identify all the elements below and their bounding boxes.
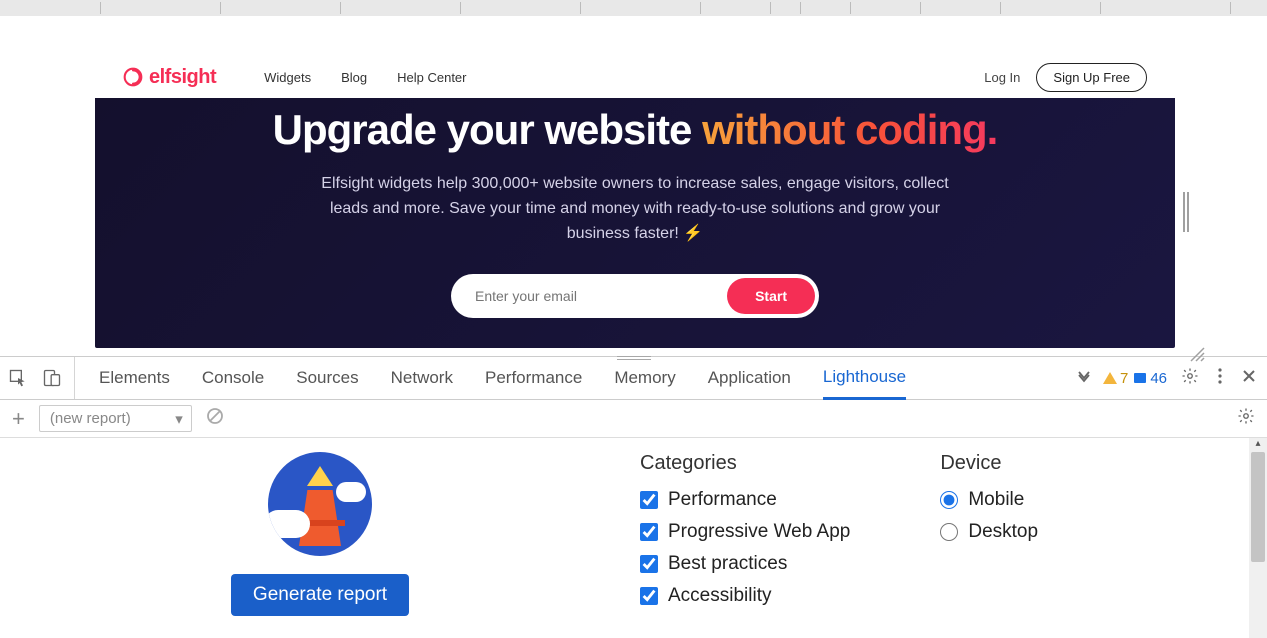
page-viewport: elfsight Widgets Blog Help Center Log In… (0, 16, 1267, 356)
checkbox-best-practices[interactable] (640, 555, 658, 573)
hero-title-accent: without coding. (702, 106, 997, 153)
resize-corner-icon[interactable] (1187, 344, 1205, 368)
category-pwa[interactable]: Progressive Web App (640, 521, 850, 543)
hero-section: Upgrade your website without coding. Elf… (95, 98, 1175, 348)
tab-console[interactable]: Console (202, 358, 264, 398)
info-icon (1132, 370, 1148, 386)
category-performance[interactable]: Performance (640, 489, 850, 511)
email-input[interactable] (455, 288, 727, 304)
lighthouse-settings-icon[interactable] (1237, 407, 1255, 430)
warning-count: 7 (1120, 370, 1128, 387)
checkbox-pwa[interactable] (640, 523, 658, 541)
signup-button[interactable]: Sign Up Free (1036, 63, 1147, 92)
nav-blog[interactable]: Blog (341, 70, 367, 85)
hero-subtitle: Elfsight widgets help 300,000+ website o… (315, 172, 955, 246)
close-devtools-icon[interactable] (1241, 368, 1257, 389)
email-form: Start (451, 274, 819, 318)
inspect-icon[interactable] (8, 368, 28, 388)
categories-heading: Categories (640, 452, 850, 475)
start-button[interactable]: Start (727, 278, 815, 314)
login-link[interactable]: Log In (984, 70, 1020, 85)
tab-lighthouse[interactable]: Lighthouse (823, 357, 906, 400)
label-accessibility: Accessibility (668, 585, 771, 607)
site-header: elfsight Widgets Blog Help Center Log In… (95, 56, 1175, 98)
panel-scrollbar[interactable]: ▴ (1249, 438, 1267, 638)
report-select[interactable]: (new report) (39, 405, 192, 432)
device-toggle-icon[interactable] (42, 368, 62, 388)
more-tabs-icon[interactable] (1066, 357, 1102, 399)
devtools-tabbar: Elements Console Sources Network Perform… (0, 356, 1267, 400)
nav-widgets[interactable]: Widgets (264, 70, 311, 85)
device-column: Device Mobile Desktop (940, 452, 1038, 638)
clear-icon[interactable] (206, 407, 224, 430)
ruler (0, 0, 1267, 16)
label-mobile: Mobile (968, 489, 1024, 511)
generate-report-button[interactable]: Generate report (231, 574, 409, 616)
categories-column: Categories Performance Progressive Web A… (640, 452, 850, 638)
device-heading: Device (940, 452, 1038, 475)
tab-performance[interactable]: Performance (485, 358, 582, 398)
label-pwa: Progressive Web App (668, 521, 850, 543)
settings-icon[interactable] (1181, 367, 1199, 390)
label-best-practices: Best practices (668, 553, 787, 575)
radio-desktop[interactable] (940, 523, 958, 541)
tab-network[interactable]: Network (391, 358, 453, 398)
brand-logo[interactable]: elfsight (123, 66, 216, 89)
device-mobile[interactable]: Mobile (940, 489, 1038, 511)
tab-elements[interactable]: Elements (99, 358, 170, 398)
hero-title: Upgrade your website without coding. (125, 106, 1145, 154)
label-performance: Performance (668, 489, 777, 511)
checkbox-performance[interactable] (640, 491, 658, 509)
devtools-resize-handle[interactable] (617, 356, 651, 360)
nav-help[interactable]: Help Center (397, 70, 466, 85)
info-count: 46 (1150, 370, 1167, 387)
elfsight-icon (123, 67, 143, 87)
radio-mobile[interactable] (940, 491, 958, 509)
kebab-menu-icon[interactable] (1217, 367, 1223, 390)
issue-counts[interactable]: 7 46 (1102, 357, 1167, 399)
tab-memory[interactable]: Memory (614, 358, 675, 398)
new-report-icon[interactable]: + (12, 406, 25, 432)
device-desktop[interactable]: Desktop (940, 521, 1038, 543)
tab-sources[interactable]: Sources (296, 358, 358, 398)
warning-icon (1102, 370, 1118, 386)
nav-links: Widgets Blog Help Center (264, 70, 466, 85)
lighthouse-logo (268, 452, 372, 556)
checkbox-accessibility[interactable] (640, 587, 658, 605)
brand-text: elfsight (149, 66, 216, 89)
lighthouse-panel: Generate report Categories Performance P… (0, 438, 1267, 638)
label-desktop: Desktop (968, 521, 1038, 543)
category-accessibility[interactable]: Accessibility (640, 585, 850, 607)
viewport-scrollbar[interactable] (1183, 192, 1189, 232)
tab-application[interactable]: Application (708, 358, 791, 398)
lighthouse-toolbar: + (new report) (0, 400, 1267, 438)
category-best-practices[interactable]: Best practices (640, 553, 850, 575)
hero-title-a: Upgrade your website (273, 106, 702, 153)
